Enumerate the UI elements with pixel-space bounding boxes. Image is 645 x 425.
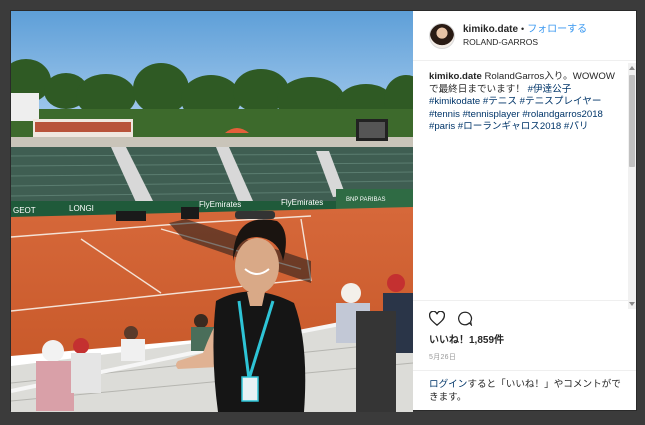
banner-text: LONGI (69, 204, 94, 213)
tennis-court-photo: GEOT LONGI FlyEmirates FlyEmirates BNP P… (11, 11, 413, 412)
scrollbar-thumb[interactable] (629, 75, 635, 167)
caption-area: kimiko.date RolandGarros入り。WOWOWで最終日までいま… (413, 61, 636, 300)
scroll-up-arrow-icon[interactable] (629, 66, 635, 70)
post-actions: いいね！1,859件 5月26日 ログインすると「いいね！」やコメントができます… (413, 300, 636, 410)
heart-icon[interactable] (429, 310, 445, 326)
post-header: kimiko.date • フォローする ROLAND-GARROS (413, 11, 636, 61)
banner-text: FlyEmirates (281, 198, 323, 207)
follow-button[interactable]: フォローする (527, 23, 587, 36)
post-sidebar: kimiko.date • フォローする ROLAND-GARROS kimik… (413, 11, 636, 410)
location-link[interactable]: ROLAND-GARROS (463, 36, 587, 49)
comment-icon[interactable] (457, 311, 473, 326)
caption-scrollbar[interactable] (628, 63, 636, 309)
post-date: 5月26日 (429, 354, 457, 361)
like-count[interactable]: いいね！1,859件 (429, 331, 622, 346)
post-photo[interactable]: GEOT LONGI FlyEmirates FlyEmirates BNP P… (11, 11, 413, 412)
banner-text: GEOT (13, 206, 36, 215)
post-modal: GEOT LONGI FlyEmirates FlyEmirates BNP P… (10, 10, 637, 412)
banner-text: BNP PARIBAS (346, 197, 385, 203)
avatar[interactable] (429, 22, 455, 49)
scroll-down-arrow-icon[interactable] (629, 302, 635, 306)
login-prompt: ログインすると「いいね！」やコメントができます。 (413, 370, 636, 404)
separator-dot: • (521, 23, 525, 34)
banner-text: FlyEmirates (199, 200, 241, 209)
login-link[interactable]: ログイン (429, 379, 467, 390)
caption-username[interactable]: kimiko.date (429, 71, 482, 82)
username-link[interactable]: kimiko.date (463, 23, 518, 36)
